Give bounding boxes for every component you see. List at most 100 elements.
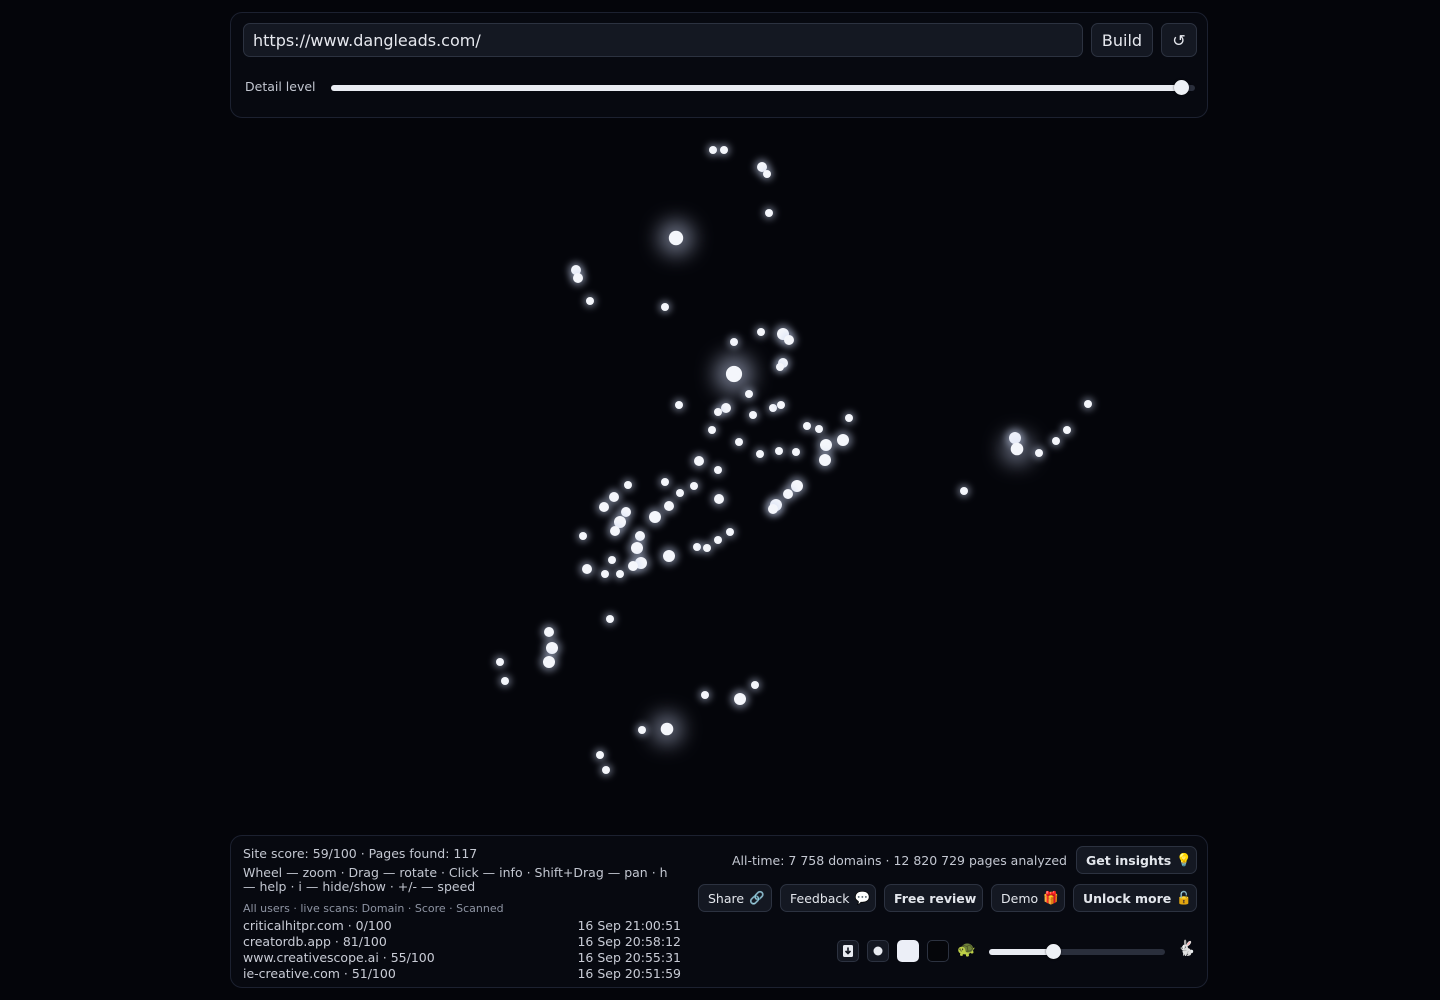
graph-node[interactable] — [815, 450, 835, 470]
graph-node-core[interactable] — [661, 478, 669, 486]
graph-node-core[interactable] — [701, 691, 709, 699]
graph-node[interactable] — [498, 674, 512, 688]
graph-node-core[interactable] — [776, 363, 784, 371]
graph-node-core[interactable] — [616, 570, 624, 578]
graph-node[interactable] — [661, 498, 677, 514]
graph-node[interactable] — [723, 525, 737, 539]
graph-node-core[interactable] — [837, 434, 849, 446]
graph-node-core[interactable] — [599, 502, 609, 512]
node-style-button[interactable] — [867, 940, 889, 962]
graph-node[interactable] — [673, 486, 687, 500]
graph-node[interactable] — [705, 423, 719, 437]
graph-node-core[interactable] — [784, 335, 794, 345]
graph-node-core[interactable] — [544, 627, 554, 637]
graph-node-core[interactable] — [703, 544, 711, 552]
scan-row[interactable]: creatordb.app · 81/100 16 Sep 20:58:12 — [243, 934, 681, 950]
graph-node-core[interactable] — [586, 297, 594, 305]
graph-node-core[interactable] — [709, 146, 717, 154]
share-button[interactable]: Share 🔗 — [698, 884, 772, 912]
graph-node-core[interactable] — [792, 448, 800, 456]
graph-node[interactable] — [781, 332, 797, 348]
graph-node-core[interactable] — [546, 642, 558, 654]
graph-node[interactable] — [833, 430, 853, 450]
graph-node-core[interactable] — [803, 422, 811, 430]
graph-node-core[interactable] — [606, 615, 614, 623]
graph-node[interactable] — [596, 499, 612, 515]
graph-node[interactable] — [605, 553, 619, 567]
dark-theme-button[interactable] — [927, 940, 949, 962]
graph-node[interactable] — [762, 206, 776, 220]
graph-node[interactable] — [672, 398, 686, 412]
graph-node[interactable] — [658, 475, 672, 489]
graph-node-core[interactable] — [756, 450, 764, 458]
scan-row[interactable]: www.creativescope.ai · 55/100 16 Sep 20:… — [243, 950, 681, 966]
graph-node-core[interactable] — [693, 543, 701, 551]
graph-node[interactable] — [658, 300, 672, 314]
build-button[interactable]: Build — [1091, 23, 1153, 57]
graph-node-core[interactable] — [757, 328, 765, 336]
graph-node-core[interactable] — [783, 489, 793, 499]
graph-node[interactable] — [652, 714, 682, 744]
graph-node-core[interactable] — [610, 526, 620, 536]
refresh-button[interactable]: ↺ — [1161, 23, 1197, 57]
graph-node-core[interactable] — [663, 550, 675, 562]
graph-node[interactable] — [753, 447, 767, 461]
graph-node-core[interactable] — [496, 658, 504, 666]
graph-node[interactable] — [730, 689, 750, 709]
graph-node-core[interactable] — [745, 390, 753, 398]
graph-node[interactable] — [645, 507, 665, 527]
graph-node-core[interactable] — [660, 722, 674, 736]
graph-node[interactable] — [748, 678, 762, 692]
graph-node[interactable] — [1002, 434, 1032, 464]
get-insights-button[interactable]: Get insights 💡 — [1076, 846, 1197, 874]
graph-node[interactable] — [1081, 397, 1095, 411]
graph-node-core[interactable] — [694, 456, 704, 466]
demo-button[interactable]: Demo 🎁 — [991, 884, 1065, 912]
graph-node[interactable] — [659, 546, 679, 566]
graph-node[interactable] — [493, 655, 507, 669]
graph-node[interactable] — [812, 422, 826, 436]
graph-node-core[interactable] — [1035, 449, 1043, 457]
graph-node-core[interactable] — [668, 230, 684, 246]
graph-node-core[interactable] — [631, 542, 643, 554]
graph-node-core[interactable] — [690, 482, 698, 490]
light-theme-button[interactable] — [897, 940, 919, 962]
graph-node-core[interactable] — [734, 693, 746, 705]
graph-node-core[interactable] — [1063, 426, 1071, 434]
graph-node-core[interactable] — [602, 766, 610, 774]
graph-node-core[interactable] — [579, 532, 587, 540]
graph-node[interactable] — [773, 360, 787, 374]
graph-node-core[interactable] — [749, 411, 757, 419]
graph-node[interactable] — [607, 523, 623, 539]
graph-node-core[interactable] — [730, 338, 738, 346]
graph-node-core[interactable] — [819, 454, 831, 466]
feedback-button[interactable]: Feedback 💬 — [780, 884, 876, 912]
graph-node[interactable] — [772, 444, 786, 458]
graph-node-core[interactable] — [624, 481, 632, 489]
graph-node-core[interactable] — [815, 425, 823, 433]
graph-node-core[interactable] — [735, 438, 743, 446]
graph-node[interactable] — [700, 541, 714, 555]
graph-node[interactable] — [789, 445, 803, 459]
scan-row[interactable]: criticalhitpr.com · 0/100 16 Sep 21:00:5… — [243, 918, 681, 934]
graph-node[interactable] — [717, 143, 731, 157]
graph-node[interactable] — [842, 411, 856, 425]
graph-node-core[interactable] — [845, 414, 853, 422]
graph-node-core[interactable] — [638, 726, 646, 734]
graph-node[interactable] — [746, 408, 760, 422]
graph-node-core[interactable] — [661, 303, 669, 311]
graph-node-core[interactable] — [775, 447, 783, 455]
graph-node-core[interactable] — [765, 209, 773, 217]
graph-node-core[interactable] — [820, 439, 832, 451]
graph-node-core[interactable] — [676, 489, 684, 497]
graph-node-core[interactable] — [714, 536, 722, 544]
graph-node[interactable] — [711, 463, 725, 477]
graph-node[interactable] — [635, 723, 649, 737]
graph-node-core[interactable] — [960, 487, 968, 495]
graph-node-core[interactable] — [714, 494, 724, 504]
graph-node[interactable] — [706, 143, 720, 157]
graph-node[interactable] — [583, 294, 597, 308]
graph-node[interactable] — [1049, 434, 1063, 448]
graph-node[interactable] — [539, 652, 559, 672]
graph-node[interactable] — [621, 478, 635, 492]
